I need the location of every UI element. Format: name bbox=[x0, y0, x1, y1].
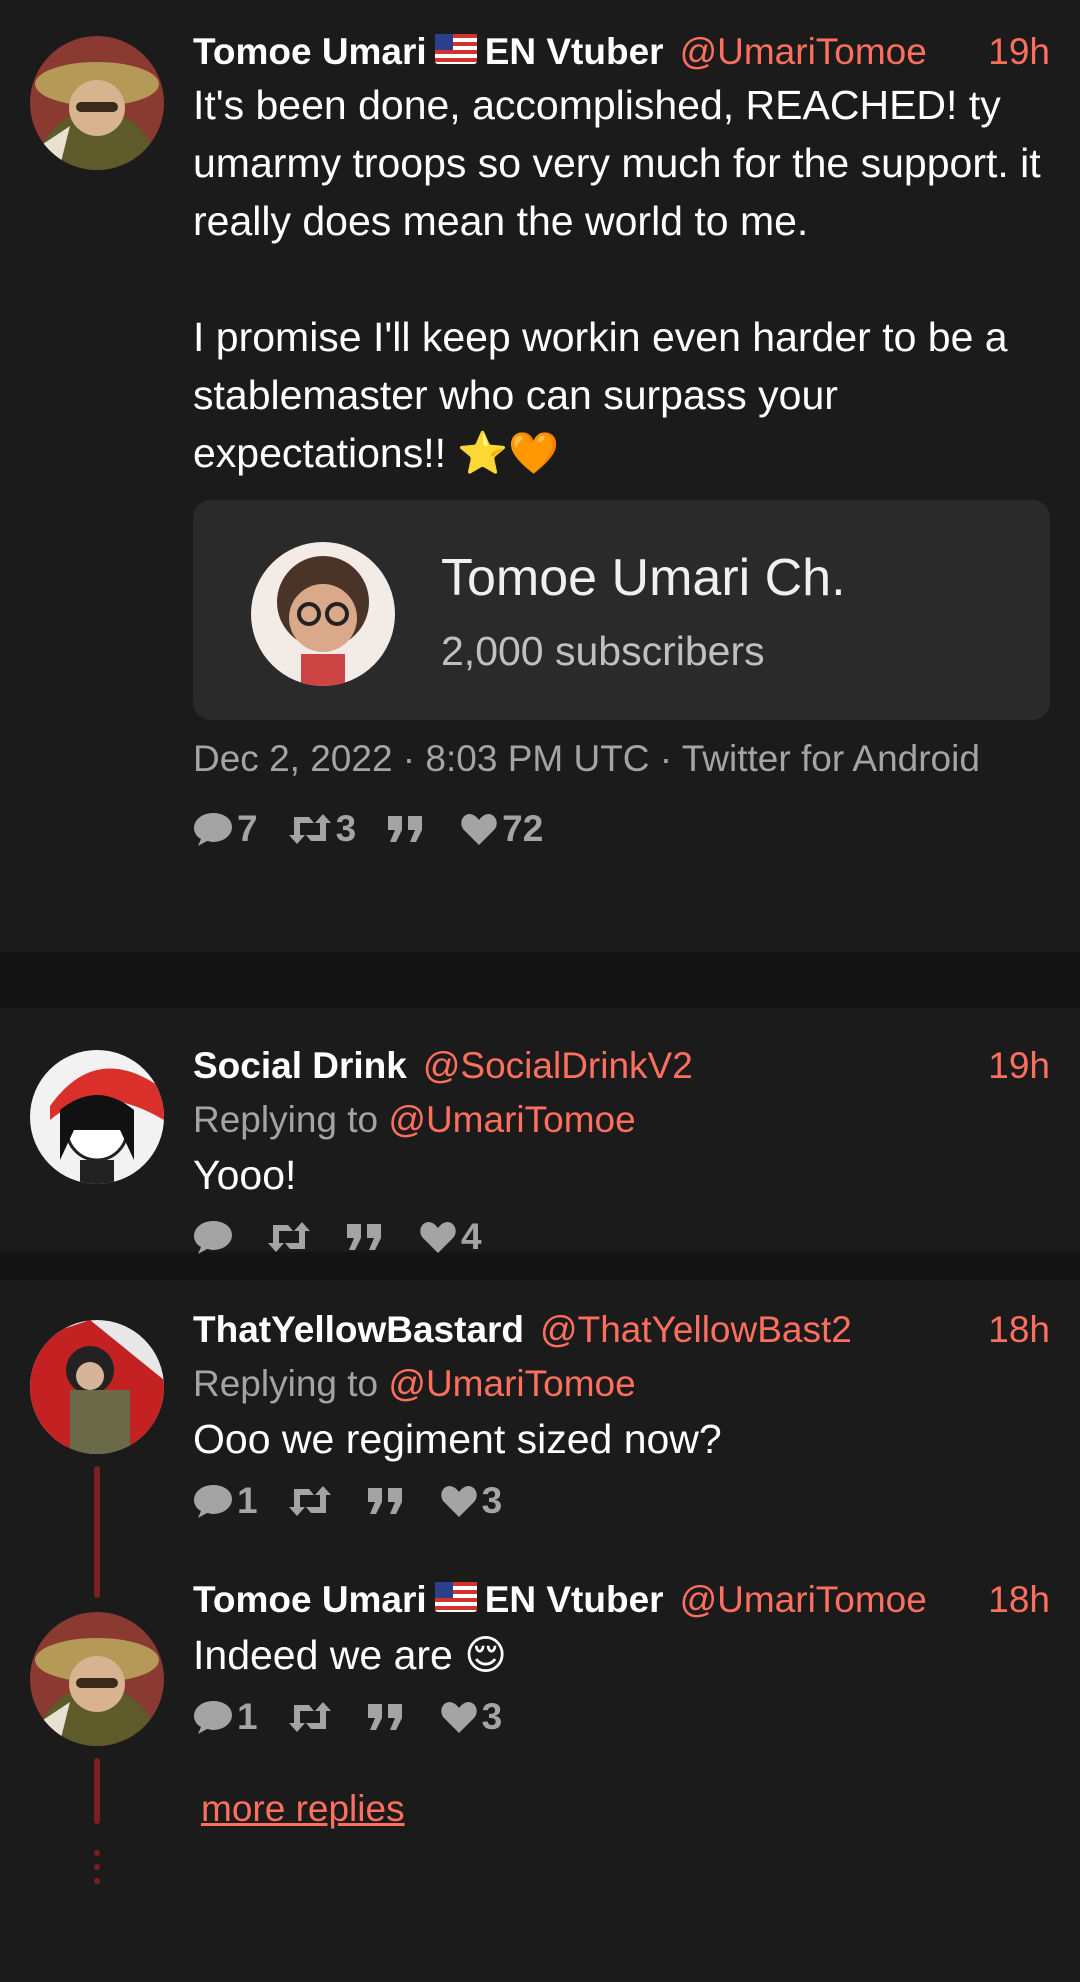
tweet-header: Tomoe Umari EN Vtuber @UmariTomoe 19h bbox=[193, 30, 1050, 74]
tweet-stats: 4 bbox=[193, 1216, 1050, 1258]
replying-to-mention[interactable]: @UmariTomoe bbox=[388, 1363, 635, 1404]
tweet-time[interactable]: 19h bbox=[988, 1044, 1050, 1088]
quote-button[interactable] bbox=[366, 1702, 410, 1732]
tweet-text: Ooo we regiment sized now? bbox=[193, 1416, 722, 1462]
comment-icon bbox=[194, 1701, 232, 1734]
reply-thread-card: ThatYellowBastard @ThatYellowBast2 18h R… bbox=[0, 1280, 1080, 1982]
tweet-header: Social Drink @SocialDrinkV2 19h bbox=[193, 1044, 1050, 1088]
quote-icon bbox=[388, 816, 423, 842]
thread-dot bbox=[94, 1850, 100, 1856]
quote-button[interactable] bbox=[366, 1486, 410, 1516]
tweet-text: Indeed we are 😌 bbox=[193, 1632, 507, 1678]
reply-button[interactable]: 7 bbox=[193, 808, 258, 850]
tweet-header: Tomoe Umari EN Vtuber @UmariTomoe 18h bbox=[193, 1578, 1050, 1622]
us-flag-icon bbox=[434, 30, 477, 64]
separator bbox=[0, 952, 1080, 1008]
replying-to-label: Replying to bbox=[193, 1099, 379, 1140]
username[interactable]: @UmariTomoe bbox=[680, 1578, 927, 1622]
thread-dot bbox=[94, 1864, 100, 1870]
like-count: 72 bbox=[502, 808, 544, 849]
tweet-stats: 7 3 72 bbox=[193, 808, 1050, 850]
tweet-text: It's been done, accomplished, REACHED! t… bbox=[193, 76, 1050, 482]
like-count: 3 bbox=[481, 1696, 503, 1737]
like-button[interactable]: 72 bbox=[460, 808, 543, 850]
tweet-date[interactable]: Dec 2, 2022 · 8:03 PM UTC · Twitter for … bbox=[193, 738, 1050, 780]
retweet-icon bbox=[288, 1702, 331, 1732]
channel-avatar bbox=[251, 542, 395, 686]
retweet-icon bbox=[288, 1486, 331, 1516]
retweet-icon bbox=[268, 1222, 310, 1252]
retweet-button[interactable] bbox=[267, 1221, 315, 1253]
username[interactable]: @SocialDrinkV2 bbox=[423, 1044, 693, 1088]
tweet-text: Yooo! bbox=[193, 1152, 297, 1198]
quote-icon bbox=[367, 1704, 402, 1730]
display-name[interactable]: Social Drink bbox=[193, 1044, 407, 1088]
main-tweet-card: Tomoe Umari EN Vtuber @UmariTomoe 19h It… bbox=[0, 0, 1080, 952]
reply-card: Social Drink @SocialDrinkV2 19h Replying… bbox=[0, 1008, 1080, 1257]
replying-to: Replying to @UmariTomoe bbox=[193, 1362, 1050, 1406]
tweet-time[interactable]: 18h bbox=[988, 1308, 1050, 1352]
reply-button[interactable]: 1 bbox=[193, 1696, 258, 1738]
thread-dot bbox=[94, 1878, 100, 1884]
subscriber-count: 2,000 subscribers bbox=[441, 628, 765, 674]
display-name[interactable]: ThatYellowBastard bbox=[193, 1308, 524, 1352]
username[interactable]: @ThatYellowBast2 bbox=[540, 1308, 852, 1352]
quote-button[interactable] bbox=[386, 814, 430, 844]
tweet-text-p1: It's been done, accomplished, REACHED! t… bbox=[193, 82, 1041, 244]
display-name-suffix[interactable]: EN Vtuber bbox=[485, 30, 664, 74]
comment-icon bbox=[194, 813, 232, 846]
like-count: 4 bbox=[461, 1216, 482, 1257]
retweet-count: 3 bbox=[335, 808, 357, 849]
quote-icon bbox=[367, 1488, 402, 1514]
comment-icon bbox=[194, 1221, 232, 1254]
like-button[interactable]: 4 bbox=[419, 1216, 482, 1258]
retweet-button[interactable] bbox=[288, 1485, 336, 1517]
tweet-stats: 1 3 bbox=[193, 1696, 1050, 1738]
tweet-time[interactable]: 19h bbox=[988, 30, 1050, 74]
heart-icon bbox=[461, 814, 497, 845]
retweet-icon bbox=[288, 814, 331, 844]
tweet-text-p2: I promise I'll keep workin even harder t… bbox=[193, 314, 1008, 476]
display-name[interactable]: Tomoe Umari bbox=[193, 30, 427, 74]
heart-icon bbox=[440, 1486, 477, 1517]
reply-count: 1 bbox=[237, 1696, 258, 1737]
replying-to-mention[interactable]: @UmariTomoe bbox=[388, 1099, 635, 1140]
us-flag-icon bbox=[434, 1578, 477, 1612]
heart-icon bbox=[420, 1222, 456, 1253]
like-button[interactable]: 3 bbox=[440, 1480, 503, 1522]
replying-to-label: Replying to bbox=[193, 1363, 379, 1404]
more-replies-link[interactable]: more replies bbox=[201, 1788, 1050, 1830]
tweet-time[interactable]: 18h bbox=[988, 1578, 1050, 1622]
channel-card[interactable]: Tomoe Umari Ch. 2,000 subscribers bbox=[193, 500, 1050, 720]
quote-button[interactable] bbox=[345, 1222, 389, 1252]
display-name-suffix[interactable]: EN Vtuber bbox=[485, 1578, 664, 1622]
replying-to: Replying to @UmariTomoe bbox=[193, 1098, 1050, 1142]
reply-button[interactable]: 1 bbox=[193, 1480, 258, 1522]
channel-title: Tomoe Umari Ch. bbox=[441, 549, 846, 607]
tweet-stats: 1 3 bbox=[193, 1480, 1050, 1522]
retweet-button[interactable]: 3 bbox=[288, 808, 357, 850]
quote-icon bbox=[347, 1224, 381, 1250]
username[interactable]: @UmariTomoe bbox=[680, 30, 927, 74]
heart-icon bbox=[440, 1702, 477, 1733]
reply-count: 7 bbox=[237, 808, 258, 849]
display-name[interactable]: Tomoe Umari bbox=[193, 1578, 427, 1622]
comment-icon bbox=[194, 1485, 232, 1518]
reply-count: 1 bbox=[237, 1480, 258, 1521]
like-count: 3 bbox=[481, 1480, 503, 1521]
tweet-header: ThatYellowBastard @ThatYellowBast2 18h bbox=[193, 1308, 1050, 1352]
retweet-button[interactable] bbox=[288, 1701, 336, 1733]
like-button[interactable]: 3 bbox=[440, 1696, 503, 1738]
reply-button[interactable] bbox=[193, 1219, 237, 1255]
